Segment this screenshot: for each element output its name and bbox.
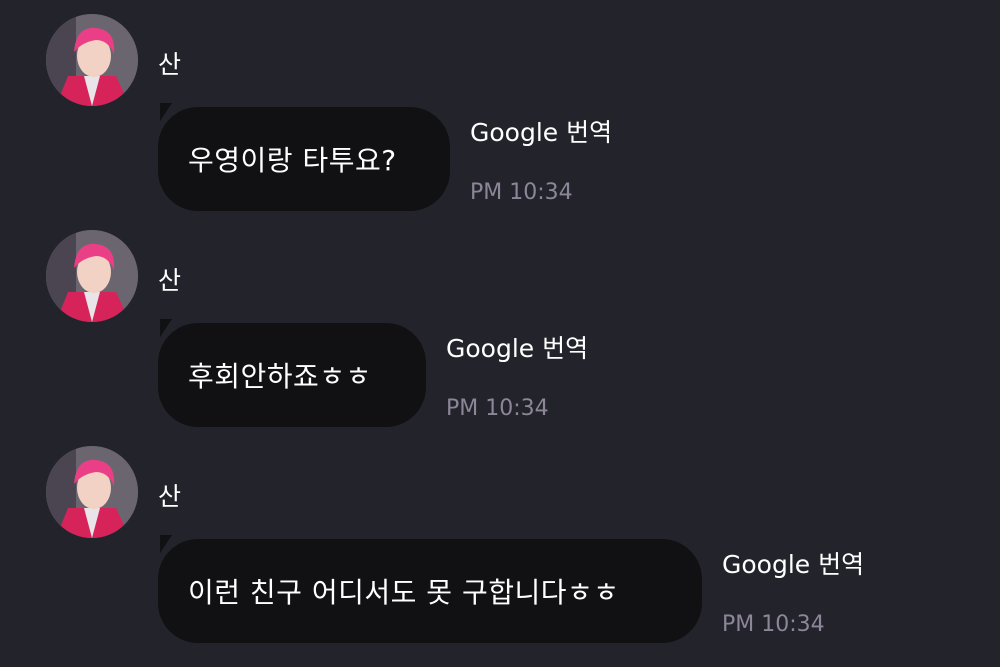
message-bubble[interactable]: 이런 친구 어디서도 못 구합니다ㅎㅎ — [158, 535, 702, 643]
avatar[interactable] — [46, 230, 138, 322]
sender-name: 산 — [158, 50, 182, 79]
message-timestamp: PM 10:34 — [470, 180, 573, 205]
profile-photo-icon — [46, 14, 138, 106]
avatar[interactable] — [46, 446, 138, 538]
google-translate-link[interactable]: Google 번역 — [470, 118, 612, 148]
message-text: 우영이랑 타투요? — [188, 144, 397, 177]
google-translate-link[interactable]: Google 번역 — [722, 550, 864, 580]
sender-name: 산 — [158, 482, 182, 511]
google-translate-link[interactable]: Google 번역 — [446, 334, 588, 364]
profile-photo-icon — [46, 230, 138, 322]
message-text: 이런 친구 어디서도 못 구합니다ㅎㅎ — [188, 576, 620, 609]
bubble-tail — [160, 535, 172, 553]
avatar[interactable] — [46, 14, 138, 106]
message-timestamp: PM 10:34 — [446, 396, 549, 421]
bubble-tail — [160, 103, 172, 121]
bubble-tail — [160, 319, 172, 337]
message-bubble[interactable]: 우영이랑 타투요? — [158, 103, 450, 211]
sender-name: 산 — [158, 266, 182, 295]
message-text: 후회안하죠ㅎㅎ — [188, 360, 372, 393]
profile-photo-icon — [46, 446, 138, 538]
message-bubble[interactable]: 후회안하죠ㅎㅎ — [158, 319, 426, 427]
message-timestamp: PM 10:34 — [722, 612, 825, 637]
